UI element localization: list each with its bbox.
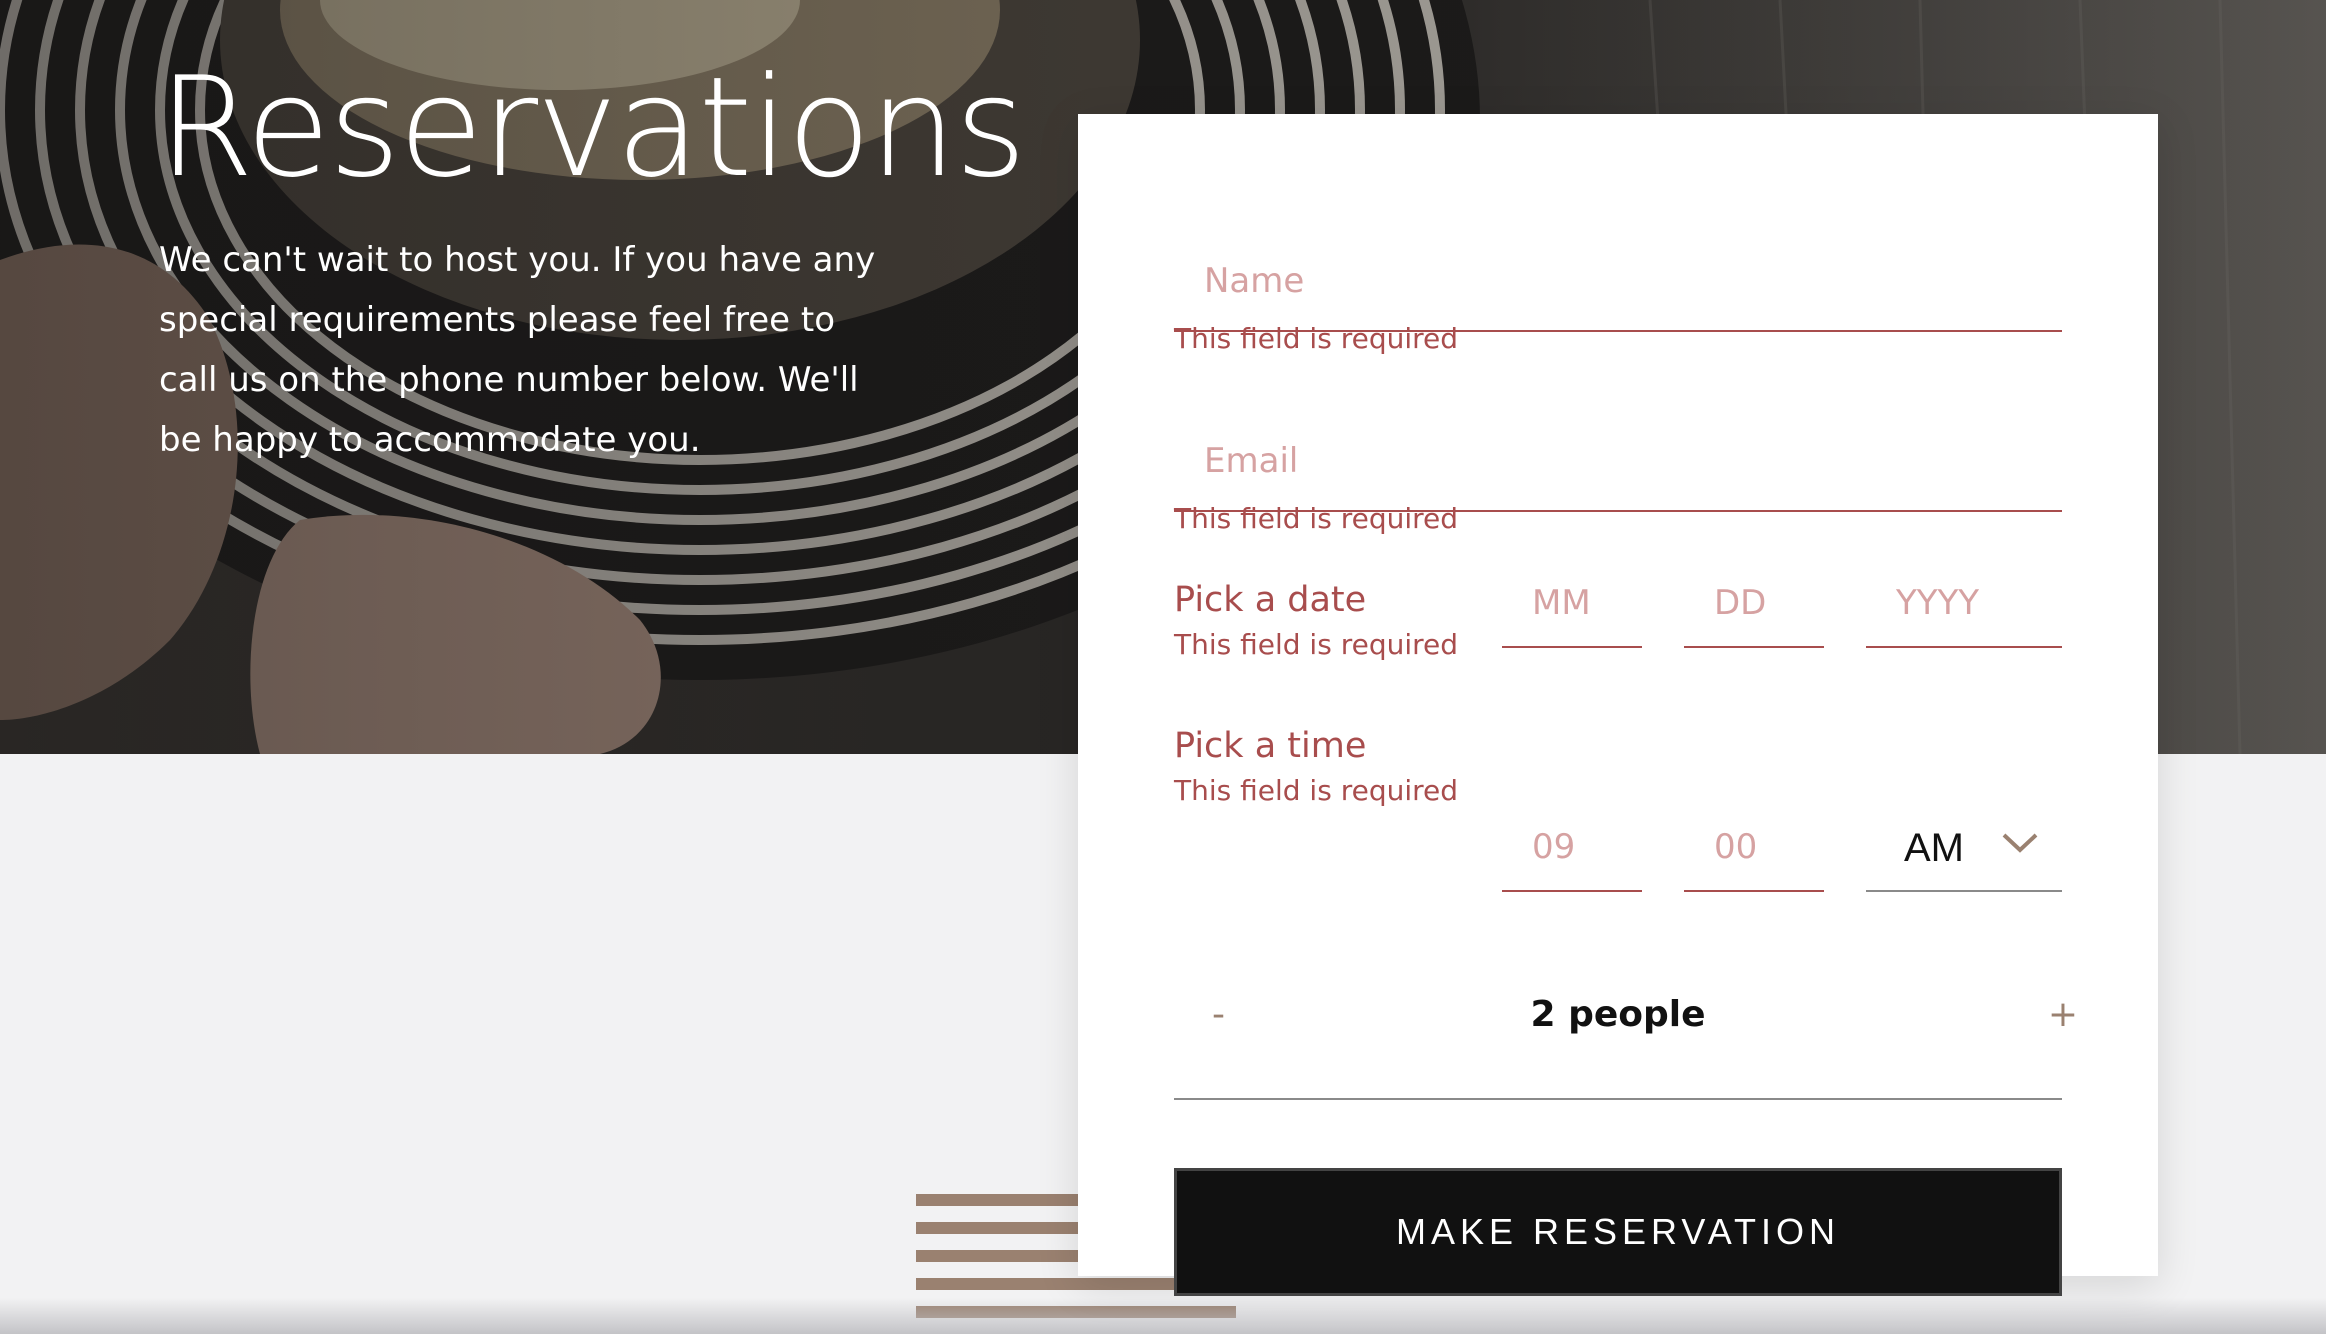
make-reservation-button[interactable]: MAKE RESERVATION xyxy=(1174,1168,2062,1296)
reservation-form: This field is required This field is req… xyxy=(1078,114,2158,1296)
name-input[interactable] xyxy=(1174,232,2062,332)
time-error: This field is required xyxy=(1174,774,1459,807)
stripe xyxy=(916,1194,1080,1206)
increase-people-button[interactable]: + xyxy=(2048,994,2078,1035)
month-input[interactable] xyxy=(1502,560,1642,648)
intro-text: We can't wait to host you. If you have a… xyxy=(159,240,876,460)
am-pm-select[interactable]: AM xyxy=(1866,804,2062,892)
am-pm-value: AM xyxy=(1904,826,1964,870)
page-title: Reservations xyxy=(158,47,1027,208)
email-field xyxy=(1174,412,2062,512)
year-input[interactable] xyxy=(1866,560,2062,648)
bottom-edge-shadow xyxy=(0,1298,2326,1334)
date-error: This field is required xyxy=(1174,628,1459,661)
chevron-down-icon xyxy=(2002,833,2038,853)
hour-input[interactable] xyxy=(1502,804,1642,892)
email-input[interactable] xyxy=(1174,412,2062,512)
stripe xyxy=(916,1250,1080,1262)
stripe xyxy=(916,1222,1080,1234)
email-error: This field is required xyxy=(1174,502,1459,535)
party-size-stepper: - 2 people + xyxy=(1174,964,2078,1100)
name-error: This field is required xyxy=(1174,322,1459,355)
time-label: Pick a time xyxy=(1174,726,1367,766)
day-input[interactable] xyxy=(1684,560,1824,648)
name-field xyxy=(1174,232,2062,332)
minute-input[interactable] xyxy=(1684,804,1824,892)
people-count: 2 people xyxy=(1530,994,1706,1035)
date-label: Pick a date xyxy=(1174,580,1367,620)
